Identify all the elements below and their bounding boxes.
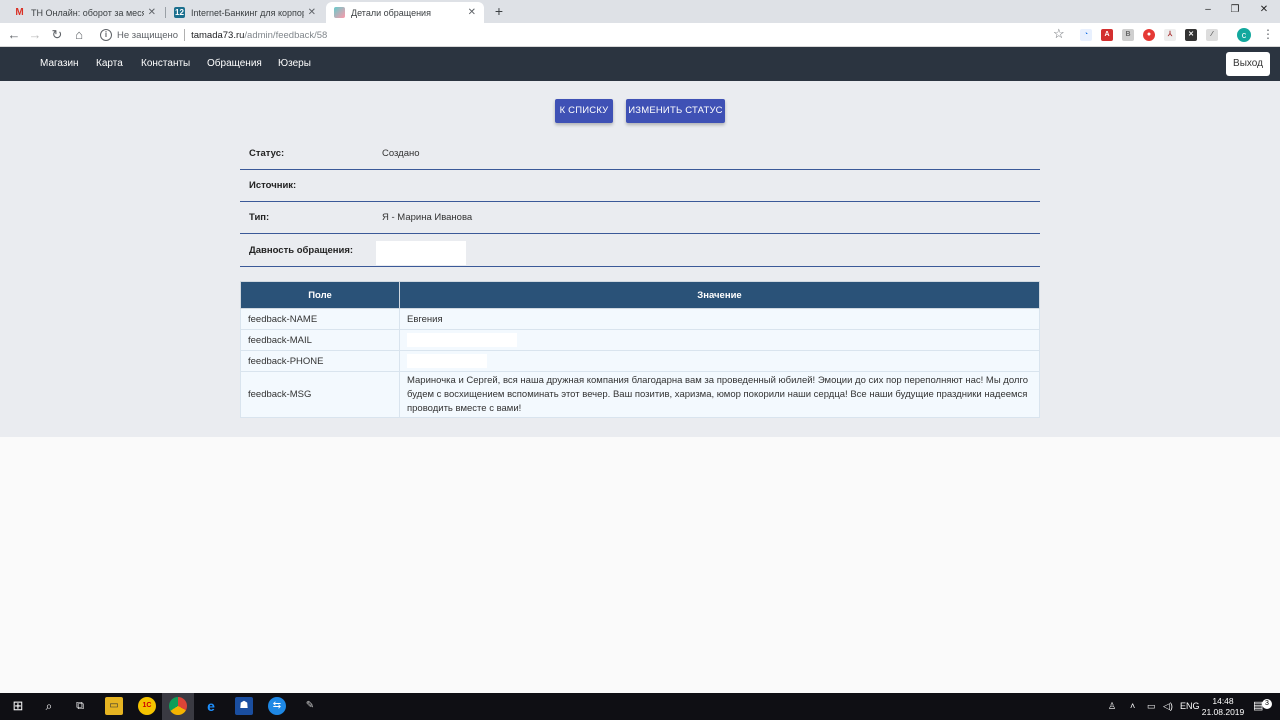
notification-count: 3 — [1262, 699, 1272, 709]
maximize-button[interactable]: ❐ — [1221, 0, 1249, 20]
detail-row-status: Статус: Создано — [240, 138, 1040, 170]
windows-start-icon[interactable]: ⊞ — [9, 697, 27, 715]
nav-link-map[interactable]: Карта — [96, 47, 123, 81]
table-row: feedback-MSG Мариночка и Сергей, вся наш… — [240, 371, 1040, 418]
adblock-icon[interactable]: A — [1101, 29, 1113, 41]
tab-title: ТН Онлайн: оборот за месяц - — [31, 7, 144, 18]
detail-row-source: Источник: — [240, 170, 1040, 202]
home-icon[interactable]: ⌂ — [70, 26, 88, 44]
site-icon — [334, 7, 345, 18]
close-tab-icon[interactable]: ✕ — [308, 7, 316, 18]
field-value — [399, 329, 1040, 351]
extension-icon[interactable]: B — [1122, 29, 1134, 41]
site-navbar: Магазин Карта Константы Обращения Юзеры … — [0, 47, 1280, 81]
field-name: feedback-NAME — [240, 308, 400, 330]
chrome-icon[interactable] — [169, 697, 187, 715]
nav-link-feedback[interactable]: Обращения — [207, 47, 262, 81]
redacted-email — [407, 333, 517, 347]
field-name: feedback-PHONE — [240, 350, 400, 372]
field-value — [399, 350, 1040, 372]
feedback-fields-table: Поле Значение feedback-NAME Евгения feed… — [240, 281, 1040, 418]
status-label: Статус: — [249, 148, 285, 159]
main-content: К СПИСКУ ИЗМЕНИТЬ СТАТУС Статус: Создано… — [0, 81, 1280, 437]
menu-dots-icon[interactable]: ⋮ — [1262, 27, 1274, 41]
network-icon[interactable]: ▭ — [1147, 693, 1156, 720]
teamviewer-icon[interactable]: ⇆ — [268, 697, 286, 715]
extension-icon[interactable]: ⁄ — [1206, 29, 1218, 41]
browser-tabstrip: M ТН Онлайн: оборот за месяц - ✕ 12 Inte… — [0, 0, 1280, 23]
close-tab-icon[interactable]: ✕ — [148, 7, 156, 18]
type-value: Я - Марина Иванова — [382, 212, 473, 223]
nav-link-users[interactable]: Юзеры — [278, 47, 311, 81]
browser-tab-gmail[interactable]: M ТН Онлайн: оборот за месяц - ✕ — [6, 2, 164, 23]
table-row: feedback-NAME Евгения — [240, 308, 1040, 330]
url-path: /admin/feedback/58 — [244, 29, 328, 41]
divider — [184, 29, 186, 41]
field-name: feedback-MSG — [240, 371, 400, 418]
back-arrow-icon[interactable]: ← — [5, 26, 23, 44]
clock-time: 14:48 — [1212, 696, 1234, 706]
new-tab-button[interactable]: + — [491, 2, 507, 20]
internet-explorer-icon[interactable]: e — [202, 697, 220, 715]
age-label: Давность обращения: — [249, 245, 354, 256]
search-icon[interactable]: ⌕ — [40, 697, 58, 715]
browser-toolbar: ← → ↻ ⌂ i Не защищено tamada73.ru/admin/… — [0, 23, 1280, 47]
volume-icon[interactable]: ◁) — [1163, 693, 1173, 720]
file-explorer-icon[interactable]: ▭ — [105, 697, 123, 715]
field-value: Евгения — [399, 308, 1040, 330]
redacted-phone — [407, 354, 487, 368]
extension-icon[interactable]: ✕ — [1185, 29, 1197, 41]
bookmark-star-icon[interactable]: ☆ — [1053, 26, 1065, 42]
paint-icon[interactable]: ✎ — [301, 697, 319, 715]
source-label: Источник: — [249, 180, 297, 191]
table-row: feedback-MAIL — [240, 329, 1040, 351]
nav-link-shop[interactable]: Магазин — [40, 47, 79, 81]
type-label: Тип: — [249, 212, 270, 223]
table-header-value: Значение — [399, 281, 1040, 309]
browser-tab-bank[interactable]: 12 Internet-Банкинг для корпорати ✕ — [166, 2, 324, 23]
system-clock[interactable]: 14:48 21.08.2019 — [1200, 696, 1246, 718]
gmail-icon: M — [15, 7, 24, 18]
people-icon[interactable]: ♙ — [1108, 693, 1116, 720]
address-bar[interactable]: i Не защищено tamada73.ru/admin/feedback… — [96, 25, 1070, 45]
table-header-field: Поле — [240, 281, 400, 309]
change-status-button[interactable]: ИЗМЕНИТЬ СТАТУС — [626, 99, 725, 123]
bank-icon: 12 — [174, 7, 185, 18]
browser-tab-active[interactable]: Детали обращения ✕ — [326, 2, 484, 23]
detail-row-age: Давность обращения: — [240, 235, 1040, 267]
forward-arrow-icon[interactable]: → — [26, 26, 44, 44]
profile-avatar[interactable]: c — [1237, 28, 1251, 42]
1c-icon[interactable]: 1С — [138, 697, 156, 715]
clock-date: 21.08.2019 — [1201, 707, 1245, 717]
minimize-button[interactable]: – — [1194, 0, 1222, 20]
logout-button[interactable]: Выход — [1226, 52, 1270, 76]
close-tab-icon[interactable]: ✕ — [468, 7, 476, 18]
language-indicator[interactable]: ENG — [1180, 693, 1200, 720]
app-icon[interactable]: ☗ — [235, 697, 253, 715]
back-to-list-button[interactable]: К СПИСКУ — [555, 99, 613, 123]
status-value: Создано — [382, 148, 420, 159]
extension-icon[interactable]: ◔ — [1080, 29, 1092, 41]
url-host: tamada73.ru — [191, 29, 245, 41]
field-value: Мариночка и Сергей, вся наша дружная ком… — [399, 371, 1040, 418]
security-label: Не защищено — [117, 29, 179, 41]
detail-row-type: Тип: Я - Марина Иванова — [240, 202, 1040, 234]
field-name: feedback-MAIL — [240, 329, 400, 351]
tray-chevron-icon[interactable]: ˄ — [1130, 693, 1135, 720]
windows-taskbar: ⊞ ⌕ ⧉ ▭ 1С e ☗ ⇆ ✎ ♙ ˄ ▭ ◁) ENG 14:48 21… — [0, 693, 1280, 720]
tab-title: Детали обращения — [351, 7, 431, 18]
age-value-redacted — [376, 241, 466, 265]
info-icon[interactable]: i — [100, 29, 112, 41]
task-view-icon[interactable]: ⧉ — [71, 697, 89, 715]
nav-link-constants[interactable]: Константы — [141, 47, 190, 81]
reload-icon[interactable]: ↻ — [48, 26, 66, 44]
pdf-icon[interactable]: ⅄ — [1164, 29, 1176, 41]
extension-icon[interactable]: ● — [1143, 29, 1155, 41]
close-window-button[interactable]: ✕ — [1250, 0, 1278, 20]
table-row: feedback-PHONE — [240, 350, 1040, 372]
tab-title: Internet-Банкинг для корпорати — [191, 7, 304, 18]
